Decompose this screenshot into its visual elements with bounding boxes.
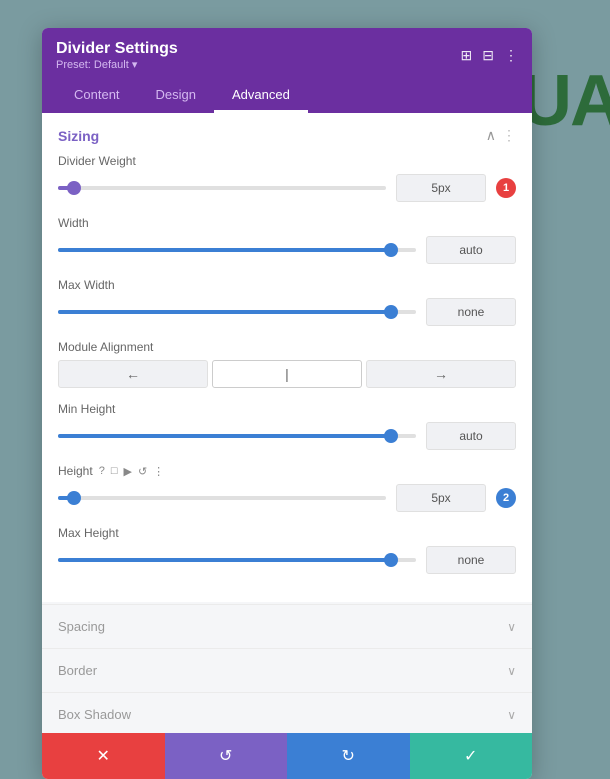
module-alignment-label: Module Alignment	[58, 340, 516, 354]
cancel-button[interactable]: ✕	[42, 733, 165, 779]
height-reset-icon[interactable]: ↺	[138, 465, 147, 478]
min-height-label: Min Height	[58, 402, 516, 416]
bottom-bar: ✕ ↺ ↻ ✓	[42, 733, 532, 779]
sizing-section-header[interactable]: Sizing ∧ ⋮	[42, 113, 532, 154]
border-title: Border	[58, 663, 97, 678]
panel-body: Sizing ∧ ⋮ Divider Weight	[42, 113, 532, 733]
height-input[interactable]	[396, 484, 486, 512]
divider-weight-field: Divider Weight 1	[58, 154, 516, 202]
spacing-header[interactable]: Spacing ∨	[42, 605, 532, 648]
height-more-icon[interactable]: ⋮	[153, 465, 164, 478]
box-shadow-title: Box Shadow	[58, 707, 131, 722]
panel-preset[interactable]: Preset: Default ▾	[56, 58, 178, 71]
align-center-btn[interactable]: |	[212, 360, 362, 388]
spacing-title: Spacing	[58, 619, 105, 634]
box-shadow-chevron: ∨	[507, 708, 516, 722]
panel-title: Divider Settings	[56, 40, 178, 58]
height-slider[interactable]	[58, 491, 386, 505]
divider-weight-slider[interactable]	[58, 181, 386, 195]
max-width-label: Max Width	[58, 278, 516, 292]
panel-icon-grid[interactable]: ⊞	[461, 47, 473, 64]
settings-panel: Divider Settings Preset: Default ▾ ⊞ ⊟ ⋮…	[42, 28, 532, 779]
tab-advanced[interactable]: Advanced	[214, 79, 308, 113]
width-field: Width	[58, 216, 516, 264]
tab-content[interactable]: Content	[56, 79, 138, 113]
sizing-section-title: Sizing	[58, 128, 99, 144]
width-label: Width	[58, 216, 516, 230]
border-section: Border ∨	[42, 648, 532, 692]
height-copy-icon[interactable]: □	[111, 465, 118, 477]
max-height-input[interactable]	[426, 546, 516, 574]
sizing-section: Sizing ∧ ⋮ Divider Weight	[42, 113, 532, 602]
align-right-btn[interactable]: →	[366, 360, 516, 388]
height-badge: 2	[496, 488, 516, 508]
tab-design[interactable]: Design	[138, 79, 214, 113]
height-help-icon[interactable]: ?	[99, 465, 105, 477]
module-alignment-field: Module Alignment ← | →	[58, 340, 516, 388]
redo-button[interactable]: ↻	[287, 733, 410, 779]
height-field: Height ? □ ▶ ↺ ⋮	[58, 464, 516, 512]
max-width-slider[interactable]	[58, 305, 416, 319]
width-slider[interactable]	[58, 243, 416, 257]
max-height-field: Max Height	[58, 526, 516, 574]
max-width-input[interactable]	[426, 298, 516, 326]
redo-icon: ↻	[342, 746, 355, 766]
cancel-icon: ✕	[97, 746, 110, 766]
confirm-icon: ✓	[464, 746, 477, 766]
confirm-button[interactable]: ✓	[410, 733, 533, 779]
min-height-field: Min Height	[58, 402, 516, 450]
sizing-collapse-icon[interactable]: ∧	[486, 127, 496, 144]
height-label: Height	[58, 464, 93, 478]
max-width-field: Max Width	[58, 278, 516, 326]
border-header[interactable]: Border ∨	[42, 649, 532, 692]
panel-header: Divider Settings Preset: Default ▾ ⊞ ⊟ ⋮…	[42, 28, 532, 113]
panel-icon-more[interactable]: ⋮	[504, 47, 518, 64]
width-input[interactable]	[426, 236, 516, 264]
height-link-icon[interactable]: ▶	[123, 465, 131, 478]
min-height-slider[interactable]	[58, 429, 416, 443]
panel-icon-split[interactable]: ⊟	[482, 47, 494, 64]
sizing-more-icon[interactable]: ⋮	[502, 127, 516, 144]
panel-title-group: Divider Settings Preset: Default ▾	[56, 40, 178, 71]
panel-header-icons: ⊞ ⊟ ⋮	[461, 47, 518, 64]
divider-weight-input[interactable]	[396, 174, 486, 202]
box-shadow-section: Box Shadow ∨	[42, 692, 532, 733]
spacing-section: Spacing ∨	[42, 604, 532, 648]
reset-icon: ↺	[219, 746, 232, 766]
divider-weight-badge: 1	[496, 178, 516, 198]
tab-bar: Content Design Advanced	[56, 79, 518, 113]
max-height-slider[interactable]	[58, 553, 416, 567]
reset-button[interactable]: ↺	[165, 733, 288, 779]
min-height-input[interactable]	[426, 422, 516, 450]
align-left-btn[interactable]: ←	[58, 360, 208, 388]
divider-weight-label: Divider Weight	[58, 154, 516, 168]
sizing-section-icons: ∧ ⋮	[486, 127, 516, 144]
sizing-section-body: Divider Weight 1 Width	[42, 154, 532, 602]
height-label-row: Height ? □ ▶ ↺ ⋮	[58, 464, 516, 478]
border-chevron: ∨	[507, 664, 516, 678]
spacing-chevron: ∨	[507, 620, 516, 634]
alignment-buttons: ← | →	[58, 360, 516, 388]
max-height-label: Max Height	[58, 526, 516, 540]
box-shadow-header[interactable]: Box Shadow ∨	[42, 693, 532, 733]
